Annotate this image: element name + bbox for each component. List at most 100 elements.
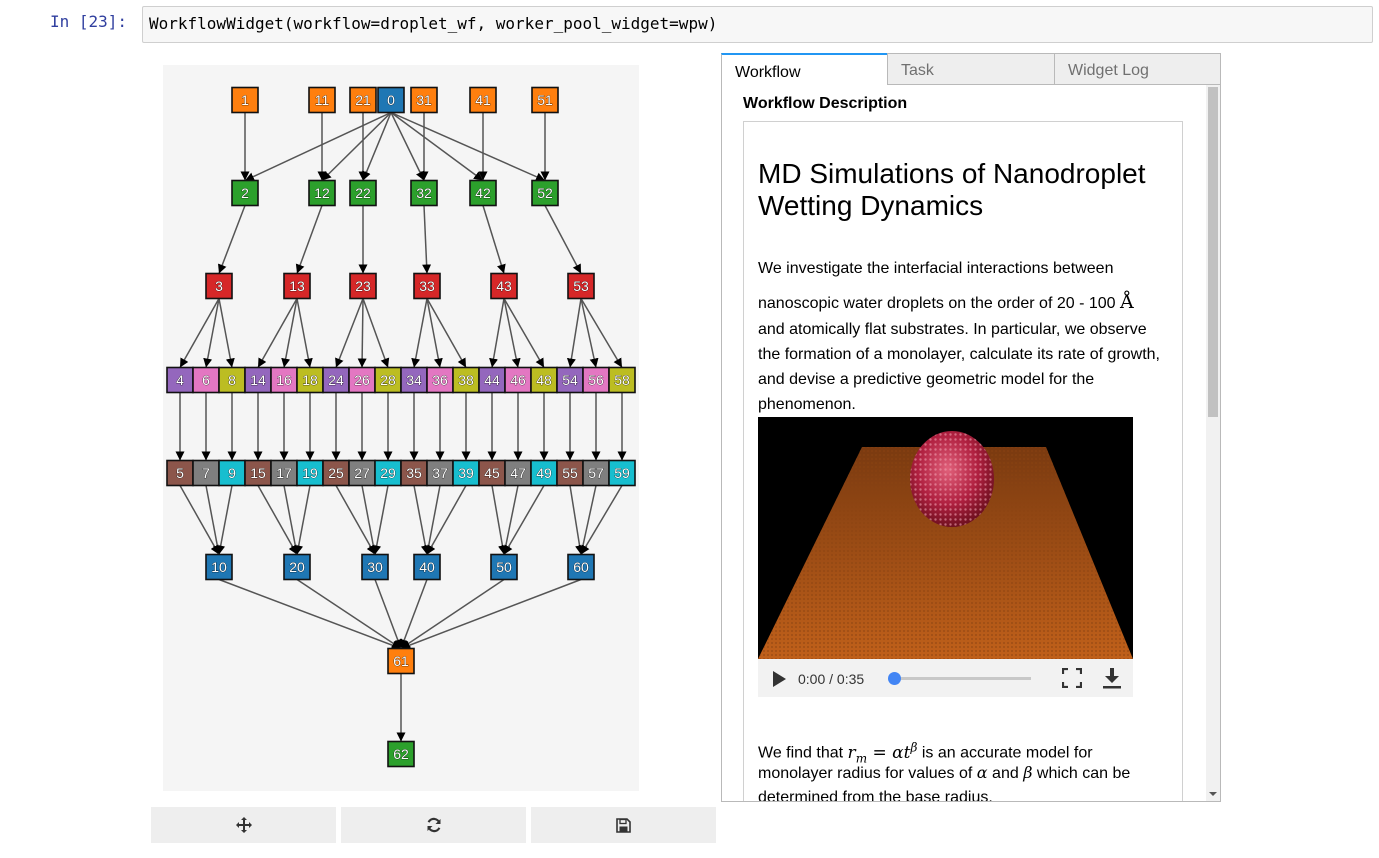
graph-node-23[interactable]: 23 xyxy=(349,272,377,300)
graph-node-24[interactable]: 24 xyxy=(322,366,350,394)
tab-widget-log[interactable]: Widget Log xyxy=(1054,53,1221,85)
graph-node-54[interactable]: 54 xyxy=(556,366,584,394)
graph-node-label-12: 12 xyxy=(314,185,330,201)
alpha-symbol: α xyxy=(976,763,988,782)
graph-node-17[interactable]: 17 xyxy=(270,459,298,487)
graph-node-35[interactable]: 35 xyxy=(400,459,428,487)
graph-node-2[interactable]: 2 xyxy=(231,179,259,207)
graph-node-46[interactable]: 46 xyxy=(504,366,532,394)
graph-node-58[interactable]: 58 xyxy=(608,366,636,394)
description-scrollbar[interactable] xyxy=(1206,85,1220,801)
graph-node-39[interactable]: 39 xyxy=(452,459,480,487)
graph-node-56[interactable]: 56 xyxy=(582,366,610,394)
graph-edge-45-50 xyxy=(491,485,507,555)
graph-node-label-54: 54 xyxy=(562,372,578,388)
graph-node-52[interactable]: 52 xyxy=(531,179,559,207)
graph-node-28[interactable]: 28 xyxy=(374,366,402,394)
graph-node-48[interactable]: 48 xyxy=(530,366,558,394)
graph-node-38[interactable]: 38 xyxy=(452,366,480,394)
graph-node-15[interactable]: 15 xyxy=(244,459,272,487)
graph-node-37[interactable]: 37 xyxy=(426,459,454,487)
graph-node-11[interactable]: 11 xyxy=(308,86,336,114)
graph-node-43[interactable]: 43 xyxy=(490,272,518,300)
graph-node-51[interactable]: 51 xyxy=(531,86,559,114)
graph-node-5[interactable]: 5 xyxy=(166,459,194,487)
video-frame-image xyxy=(758,431,1133,659)
graph-node-50[interactable]: 50 xyxy=(490,553,518,581)
graph-edge-32-33 xyxy=(422,205,432,274)
video-seek-bar[interactable] xyxy=(888,672,1031,685)
graph-node-26[interactable]: 26 xyxy=(348,366,376,394)
graph-node-57[interactable]: 57 xyxy=(582,459,610,487)
download-icon[interactable] xyxy=(1102,667,1122,689)
tab-workflow[interactable]: Workflow xyxy=(721,53,888,85)
video-seek-knob[interactable] xyxy=(888,672,901,685)
graph-node-29[interactable]: 29 xyxy=(374,459,402,487)
graph-node-40[interactable]: 40 xyxy=(413,553,441,581)
graph-node-10[interactable]: 10 xyxy=(205,553,233,581)
graph-node-21[interactable]: 21 xyxy=(349,86,377,114)
graph-node-25[interactable]: 25 xyxy=(322,459,350,487)
graph-node-22[interactable]: 22 xyxy=(349,179,377,207)
graph-node-27[interactable]: 27 xyxy=(348,459,376,487)
graph-node-label-0: 0 xyxy=(387,92,395,108)
graph-node-42[interactable]: 42 xyxy=(469,179,497,207)
graph-node-label-25: 25 xyxy=(328,465,344,481)
graph-node-1[interactable]: 1 xyxy=(231,86,259,114)
simulation-video[interactable] xyxy=(758,417,1133,659)
graph-node-45[interactable]: 45 xyxy=(478,459,506,487)
graph-node-13[interactable]: 13 xyxy=(283,272,311,300)
graph-node-12[interactable]: 12 xyxy=(308,179,336,207)
graph-edge-12-13 xyxy=(295,205,323,274)
tab-task[interactable]: Task xyxy=(887,53,1055,85)
graph-node-14[interactable]: 14 xyxy=(244,366,272,394)
scroll-down-arrow-icon[interactable] xyxy=(1208,791,1218,797)
graph-node-20[interactable]: 20 xyxy=(283,553,311,581)
workflow-graph[interactable]: 1 11 21 0 31 41 51 2 12 22 32 42 52 3 13 23 33 43 53 4 6 8 14 1… xyxy=(163,65,639,791)
graph-node-16[interactable]: 16 xyxy=(270,366,298,394)
graph-node-8[interactable]: 8 xyxy=(218,366,246,394)
graph-node-6[interactable]: 6 xyxy=(192,366,220,394)
graph-node-33[interactable]: 33 xyxy=(413,272,441,300)
graph-node-18[interactable]: 18 xyxy=(296,366,324,394)
scrollbar-thumb[interactable] xyxy=(1208,87,1218,417)
description-line-2-text: nanoscopic water droplets on the order o… xyxy=(758,295,1116,312)
graph-node-55[interactable]: 55 xyxy=(556,459,584,487)
graph-node-4[interactable]: 4 xyxy=(166,366,194,394)
graph-node-32[interactable]: 32 xyxy=(410,179,438,207)
and-word: and xyxy=(992,765,1019,782)
graph-node-53[interactable]: 53 xyxy=(567,272,595,300)
graph-node-61[interactable]: 61 xyxy=(387,647,415,675)
graph-node-label-49: 49 xyxy=(536,465,552,481)
graph-node-label-52: 52 xyxy=(537,185,553,201)
workflow-graph-svg[interactable]: 1 11 21 0 31 41 512 12 22 32 42 523 13 23 33 43 534 6 8 14 1… xyxy=(163,65,639,791)
pan-button[interactable] xyxy=(151,807,336,843)
graph-node-3[interactable]: 3 xyxy=(205,272,233,300)
refresh-icon xyxy=(426,817,441,833)
graph-node-31[interactable]: 31 xyxy=(410,86,438,114)
graph-node-30[interactable]: 30 xyxy=(361,553,389,581)
code-input[interactable]: WorkflowWidget(workflow=droplet_wf, work… xyxy=(142,6,1373,43)
result-line-2-pre: monolayer radius for values of xyxy=(758,765,973,782)
graph-node-62[interactable]: 62 xyxy=(387,740,415,768)
graph-edge-49-50 xyxy=(503,485,545,555)
graph-node-36[interactable]: 36 xyxy=(426,366,454,394)
graph-node-19[interactable]: 19 xyxy=(296,459,324,487)
tab-widget: Workflow Description MD Simulations of N… xyxy=(721,53,1221,802)
graph-node-60[interactable]: 60 xyxy=(567,553,595,581)
graph-node-9[interactable]: 9 xyxy=(218,459,246,487)
save-button[interactable] xyxy=(531,807,716,843)
graph-node-34[interactable]: 34 xyxy=(400,366,428,394)
fullscreen-icon[interactable] xyxy=(1062,668,1082,688)
play-icon[interactable] xyxy=(772,670,788,688)
graph-node-47[interactable]: 47 xyxy=(504,459,532,487)
graph-node-44[interactable]: 44 xyxy=(478,366,506,394)
graph-node-49[interactable]: 49 xyxy=(530,459,558,487)
video-controls: 0:00 / 0:35 xyxy=(758,659,1133,697)
graph-node-59[interactable]: 59 xyxy=(608,459,636,487)
refresh-button[interactable] xyxy=(341,807,526,843)
description-line-1: We investigate the interfacial interacti… xyxy=(758,260,1114,277)
graph-node-7[interactable]: 7 xyxy=(192,459,220,487)
graph-node-41[interactable]: 41 xyxy=(469,86,497,114)
graph-node-0[interactable]: 0 xyxy=(377,86,405,114)
